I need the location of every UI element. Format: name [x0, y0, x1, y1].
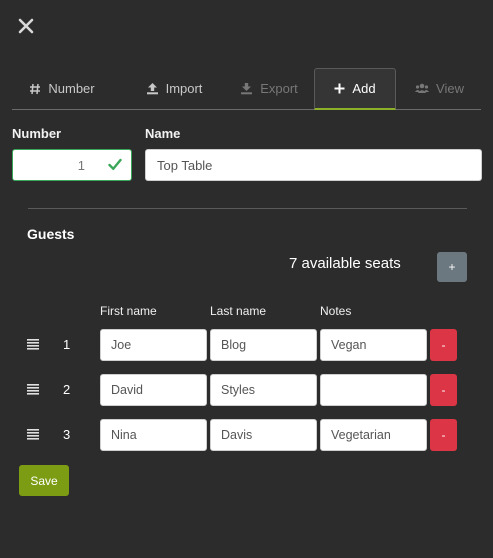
remove-guest-button[interactable]: - — [430, 374, 457, 406]
close-button[interactable] — [14, 14, 38, 38]
guests-title: Guests — [27, 226, 75, 242]
divider — [28, 208, 467, 209]
guest-row: 3 Nina Davis Vegetarian - — [0, 419, 493, 451]
column-notes: Notes — [320, 304, 352, 318]
tab-view[interactable]: View — [402, 68, 477, 109]
guest-row: 1 Joe Blog Vegan - — [0, 329, 493, 361]
notes-input[interactable] — [320, 374, 427, 406]
add-guest-button[interactable]: + — [437, 252, 467, 282]
first-name-input[interactable]: David — [100, 374, 207, 406]
tab-add[interactable]: Add — [314, 68, 396, 110]
first-name-value: Joe — [111, 338, 132, 352]
name-value: Top Table — [157, 157, 213, 173]
tab-add-label: Add — [352, 81, 376, 96]
tab-number-label: Number — [48, 81, 95, 96]
number-value: 1 — [77, 158, 85, 173]
last-name-value: Styles — [221, 383, 256, 397]
column-last-name: Last name — [210, 304, 267, 318]
available-seats: 7 available seats — [289, 255, 401, 272]
tab-number[interactable]: Number — [12, 68, 112, 109]
first-name-input[interactable]: Nina — [100, 419, 207, 451]
tab-bar: Number Import Export Add View — [12, 68, 481, 110]
tab-view-label: View — [436, 81, 464, 96]
first-name-value: Nina — [111, 428, 137, 442]
tab-export[interactable]: Export — [224, 68, 314, 109]
first-name-input[interactable]: Joe — [100, 329, 207, 361]
download-icon — [241, 83, 253, 95]
drag-handle-icon[interactable] — [27, 428, 39, 440]
name-input[interactable]: Top Table — [145, 149, 482, 181]
last-name-value: Blog — [221, 338, 247, 352]
save-button[interactable]: Save — [19, 465, 69, 496]
name-label: Name — [145, 126, 181, 141]
close-icon — [18, 18, 34, 34]
notes-input[interactable]: Vegetarian — [320, 419, 427, 451]
number-input[interactable]: 1 — [12, 149, 132, 181]
notes-value: Vegan — [331, 338, 367, 352]
remove-guest-button[interactable]: - — [430, 329, 457, 361]
first-name-value: David — [111, 383, 143, 397]
row-number: 3 — [63, 427, 71, 442]
column-first-name: First name — [100, 304, 157, 318]
check-icon — [108, 158, 122, 170]
guest-row: 2 David Styles - — [0, 374, 493, 406]
tab-import[interactable]: Import — [124, 68, 224, 109]
tab-export-label: Export — [260, 81, 298, 96]
hash-icon — [30, 83, 41, 94]
drag-handle-icon[interactable] — [27, 383, 39, 395]
last-name-input[interactable]: Blog — [210, 329, 317, 361]
row-number: 1 — [63, 337, 71, 352]
last-name-input[interactable]: Styles — [210, 374, 317, 406]
notes-value: Vegetarian — [331, 428, 391, 442]
row-number: 2 — [63, 382, 71, 397]
notes-input[interactable]: Vegan — [320, 329, 427, 361]
last-name-input[interactable]: Davis — [210, 419, 317, 451]
upload-icon — [146, 83, 158, 95]
plus-icon — [334, 83, 345, 94]
number-label: Number — [12, 126, 62, 141]
remove-guest-button[interactable]: - — [430, 419, 457, 451]
users-icon — [415, 83, 430, 93]
tab-import-label: Import — [165, 81, 203, 96]
drag-handle-icon[interactable] — [27, 338, 39, 350]
last-name-value: Davis — [221, 428, 253, 442]
